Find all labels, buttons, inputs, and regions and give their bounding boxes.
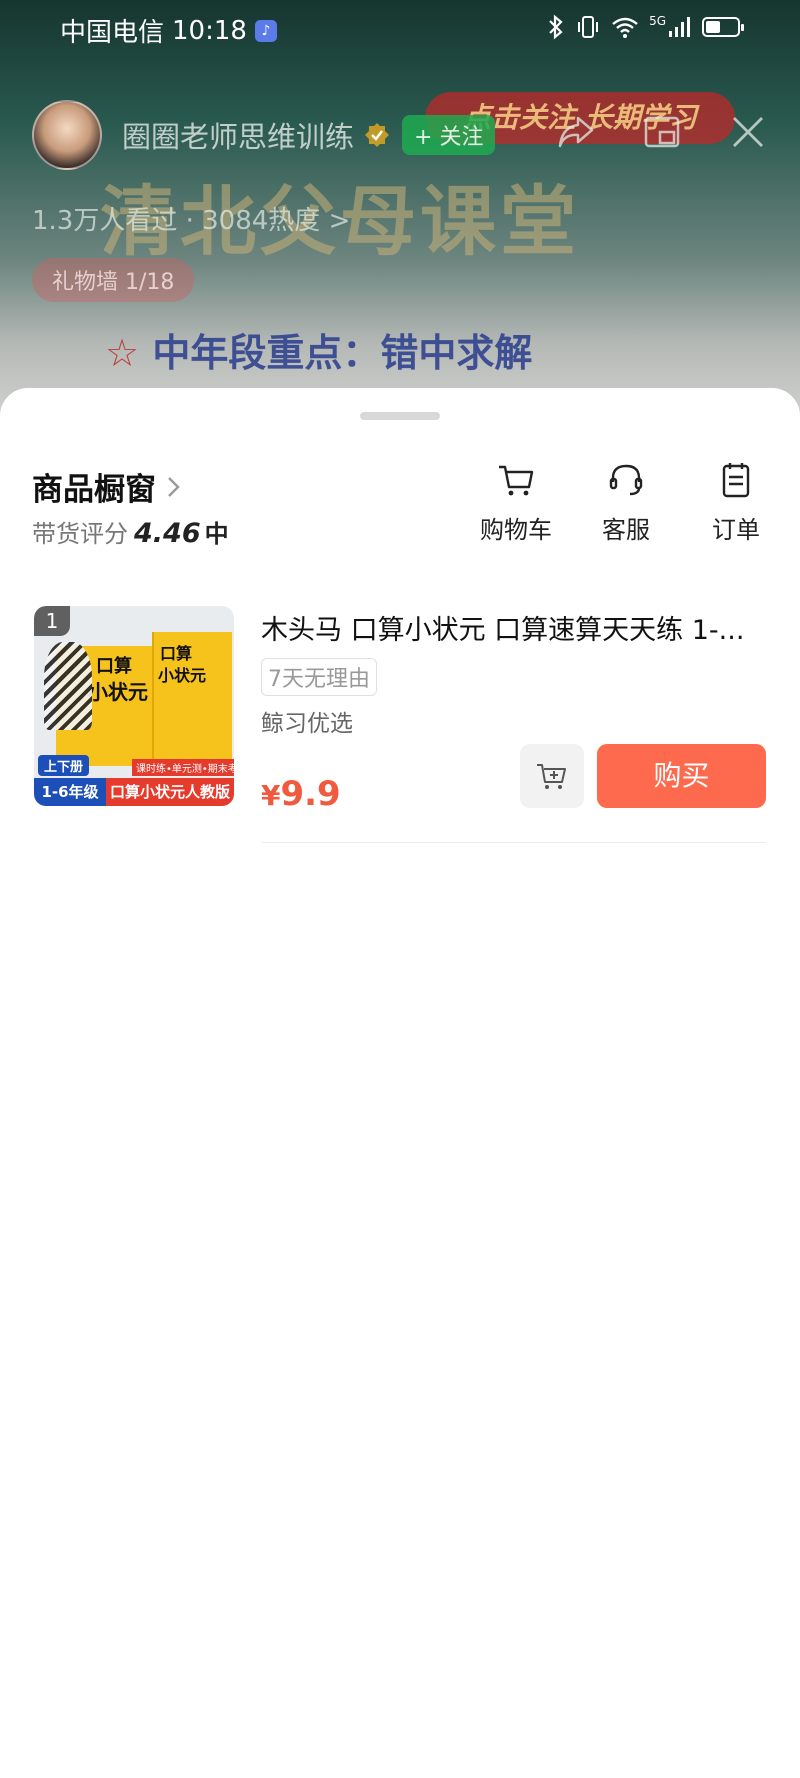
vibrate-icon [578,16,599,38]
banner-subtitle-text: 中年段重点：错中求解 [152,331,533,375]
top-actions [554,110,770,154]
store-rating: 带货评分 4.46 中 [32,514,229,549]
status-left: 中国电信 10:18 ♪ [60,12,277,49]
customer-service-button[interactable]: 客服 [590,460,662,545]
chevron-right-icon [168,476,180,497]
rating-level: 中 [204,520,229,548]
return-policy-badge: 7天无理由 [261,658,377,696]
music-app-icon: ♪ [254,19,277,42]
currency-symbol: ¥ [261,779,281,812]
product-card[interactable]: 口算 小状元 口算 小状元 上下册 课时练•单元测•期末考 1-6年级 口算小状… [34,606,766,846]
carrier-name: 中国电信 [60,18,165,48]
book-title-a: 口算 [96,656,132,677]
minimize-window-icon[interactable] [640,110,684,154]
status-bar: 中国电信 10:18 ♪ 5G [0,0,800,54]
share-icon[interactable] [554,110,598,154]
network-type: 5G [649,14,666,28]
banner-subtitle: ☆ 中年段重点：错中求解 [105,322,532,377]
add-cart-icon [537,764,566,789]
close-icon[interactable] [726,110,770,154]
cart-label: 购物车 [480,516,552,544]
star-icon: ☆ [105,331,140,375]
bluetooth-icon [549,14,563,40]
signal-icon [669,17,690,37]
view-count[interactable]: 1.3万人看过 · 3084热度 > [32,200,350,237]
product-title[interactable]: 木头马 口算小状元 口算速算天天练 1-... [261,608,766,647]
headset-icon [609,464,643,496]
book-title-b: 小状元 [158,666,207,685]
gift-wall-button[interactable]: 礼物墙 1/18 [32,258,195,302]
rating-score: 4.46 [134,518,201,549]
product-sheet: 商品橱窗 带货评分4.46中 购物车 客服 订单 口算 小状元 口算 小状元 [0,388,800,1778]
order-icon [722,463,750,498]
cart-button[interactable]: 购物车 [480,460,552,545]
store-title-text: 商品橱窗 [32,472,156,508]
product-index: 1 [34,606,70,636]
follow-button[interactable]: + 关注 [402,115,496,155]
zebra-illustration [44,642,92,730]
grade-label: 1-6年级 [34,778,106,806]
orders-button[interactable]: 订单 [700,460,772,545]
product-price: ¥9.9 [261,774,341,814]
shop-name: 鲸习优选 [261,711,353,737]
cart-icon [499,465,534,496]
book-title-b: 小状元 [88,680,148,704]
add-to-cart-button[interactable] [520,744,584,808]
customer-service-label: 客服 [602,516,650,544]
product-divider [261,842,766,843]
verified-badge-icon [365,123,390,147]
store-tools: 购物车 客服 订单 [480,460,772,545]
host-avatar[interactable] [32,100,102,170]
host-name[interactable]: 圈圈老师思维训练 [122,114,354,156]
chevron-right-icon: > [328,206,351,236]
product-thumbnail[interactable]: 口算 小状元 口算 小状元 上下册 课时练•单元测•期末考 1-6年级 口算小状… [34,606,234,806]
orders-label: 订单 [712,516,760,544]
sheet-drag-handle[interactable] [360,412,440,420]
rating-label: 带货评分 [32,520,128,548]
store-title[interactable]: 商品橱窗 [32,464,184,509]
price-value: 9.9 [280,774,341,814]
status-time: 10:18 [172,15,247,46]
battery-icon [702,17,744,37]
book-title-a: 口算 [160,644,193,663]
edition-label: 口算小状元人教版 [106,778,234,806]
volume-label: 上下册 [38,755,90,776]
book-cover-back: 口算 小状元 [152,632,232,766]
host-info: 圈圈老师思维训练 + 关注 [32,100,496,170]
wifi-icon [612,17,638,38]
view-count-text: 1.3万人看过 · 3084热度 [32,206,321,236]
status-icons: 5G [547,14,744,40]
book-tags: 课时练•单元测•期末考 [132,759,234,776]
buy-button[interactable]: 购买 [597,744,766,808]
